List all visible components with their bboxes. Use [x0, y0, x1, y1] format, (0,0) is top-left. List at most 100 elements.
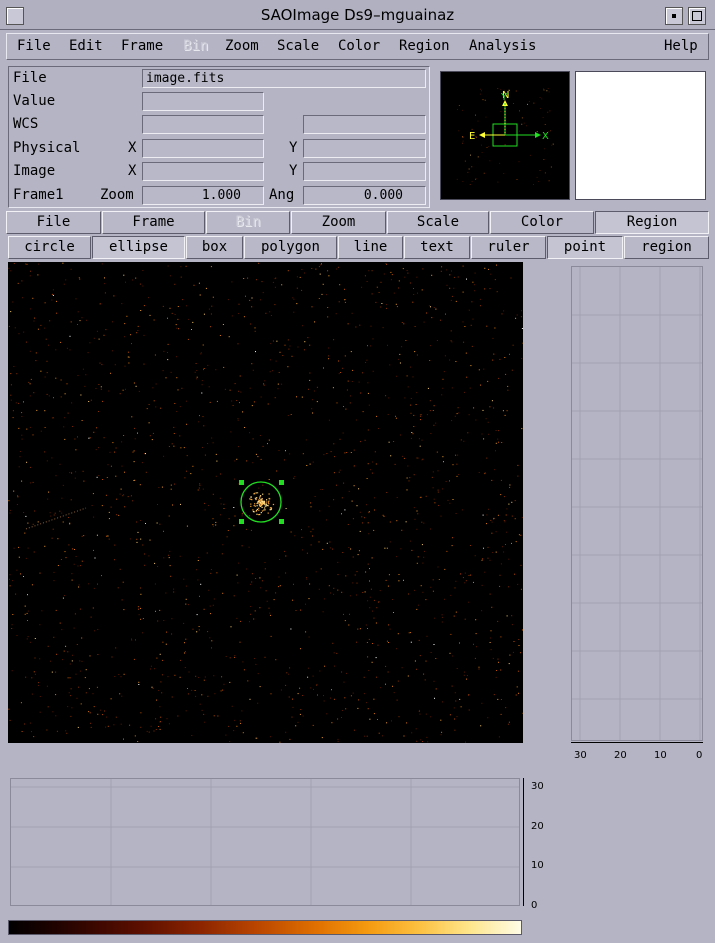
- event-point: [154, 668, 155, 670]
- event-point: [118, 674, 120, 675]
- event-point: [294, 476, 296, 478]
- event-point: [474, 657, 476, 659]
- menu-scale[interactable]: Scale: [277, 38, 319, 54]
- event-point: [501, 313, 503, 315]
- panner-event: [471, 128, 473, 130]
- event-point: [49, 512, 51, 514]
- maximize-button[interactable]: [688, 7, 706, 25]
- event-point: [184, 477, 186, 479]
- event-point: [10, 384, 12, 386]
- event-point: [270, 736, 272, 738]
- event-point: [412, 376, 414, 378]
- event-point: [290, 628, 292, 630]
- event-point: [472, 281, 474, 283]
- event-point: [365, 571, 367, 573]
- event-point: [204, 509, 206, 511]
- region-polygon-button[interactable]: polygon: [244, 236, 337, 259]
- event-point: [67, 677, 69, 679]
- event-point: [239, 375, 241, 377]
- menu-color[interactable]: Color: [338, 38, 380, 54]
- button-region[interactable]: Region: [595, 211, 709, 234]
- menu-edit[interactable]: Edit: [69, 38, 103, 54]
- event-point: [251, 363, 253, 365]
- image-frame[interactable]: [8, 262, 524, 743]
- region-handle-tl[interactable]: [239, 480, 244, 485]
- event-point: [251, 306, 253, 308]
- event-point: [89, 655, 91, 657]
- event-point: [470, 324, 472, 326]
- button-frame[interactable]: Frame: [102, 211, 205, 234]
- region-point-button[interactable]: point: [547, 236, 623, 259]
- event-point: [281, 284, 283, 286]
- event-point: [296, 276, 298, 278]
- menu-analysis[interactable]: Analysis: [469, 38, 536, 54]
- title-bar[interactable]: SAOImage Ds9–mguainaz: [0, 0, 715, 30]
- event-point: [34, 317, 36, 319]
- menu-zoom[interactable]: Zoom: [225, 38, 259, 54]
- region-line-button[interactable]: line: [338, 236, 403, 259]
- panner-event: [543, 159, 545, 160]
- panner-event: [462, 137, 464, 138]
- event-point: [124, 336, 126, 338]
- event-point: [326, 453, 328, 454]
- event-point: [500, 713, 502, 715]
- event-point: [215, 453, 217, 455]
- event-point: [93, 549, 94, 551]
- event-point: [369, 607, 371, 609]
- event-point: [361, 516, 363, 518]
- region-handle-tr[interactable]: [279, 480, 284, 485]
- event-point: [69, 677, 71, 679]
- event-point: [441, 614, 443, 616]
- event-point: [159, 706, 161, 708]
- event-point: [196, 631, 198, 633]
- minimize-button[interactable]: [665, 7, 683, 25]
- region-handle-bl[interactable]: [239, 519, 244, 524]
- region-text-button[interactable]: text: [404, 236, 470, 259]
- event-point: [234, 655, 236, 656]
- event-point: [215, 369, 217, 371]
- event-point: [309, 379, 311, 381]
- event-point: [79, 320, 81, 322]
- region-ruler-button[interactable]: ruler: [471, 236, 546, 259]
- event-point: [9, 574, 11, 576]
- region-circle-button[interactable]: circle: [8, 236, 91, 259]
- button-file[interactable]: File: [6, 211, 101, 234]
- vertical-graph-axis: [571, 742, 703, 748]
- event-point: [493, 353, 495, 355]
- region-ellipse-button[interactable]: ellipse: [92, 236, 185, 259]
- event-point: [521, 328, 523, 329]
- region-box-button[interactable]: box: [186, 236, 243, 259]
- menu-file[interactable]: File: [17, 38, 51, 54]
- event-point: [466, 376, 468, 378]
- event-point: [483, 547, 484, 549]
- event-point: [450, 330, 452, 332]
- event-point: [61, 629, 63, 631]
- event-point: [497, 438, 499, 440]
- event-point: [398, 574, 400, 575]
- event-point: [474, 272, 476, 274]
- event-point: [138, 390, 140, 392]
- event-point: [106, 477, 108, 478]
- event-point: [395, 415, 396, 417]
- event-point: [30, 270, 31, 272]
- event-point: [342, 367, 344, 369]
- event-point: [229, 657, 231, 659]
- event-point: [207, 631, 209, 633]
- button-scale[interactable]: Scale: [387, 211, 489, 234]
- panner-event: [533, 184, 534, 185]
- colorbar[interactable]: [8, 920, 522, 935]
- region-handle-br[interactable]: [279, 519, 284, 524]
- event-point: [468, 709, 470, 711]
- button-color[interactable]: Color: [490, 211, 594, 234]
- event-point: [328, 585, 330, 587]
- event-point: [339, 284, 341, 286]
- button-zoom[interactable]: Zoom: [291, 211, 386, 234]
- source-event: [259, 497, 261, 499]
- panner[interactable]: N E Y X: [440, 71, 570, 200]
- menu-help[interactable]: Help: [664, 38, 698, 54]
- menu-frame[interactable]: Frame: [121, 38, 163, 54]
- event-point: [333, 698, 335, 700]
- menu-region[interactable]: Region: [399, 38, 450, 54]
- region-region-button[interactable]: region: [624, 236, 709, 259]
- event-point: [128, 356, 130, 358]
